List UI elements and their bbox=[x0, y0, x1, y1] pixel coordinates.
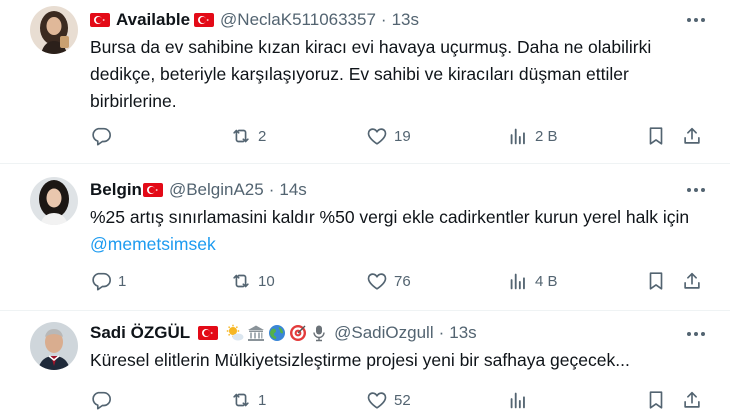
like-button[interactable]: 52 bbox=[366, 388, 411, 412]
user-handle[interactable]: @SadiOzgull bbox=[334, 323, 433, 343]
reply-icon bbox=[90, 125, 112, 147]
tweet-text: %25 artış sınırlamasini kaldır %50 vergi… bbox=[90, 204, 700, 258]
views-button[interactable]: 4 B bbox=[507, 269, 558, 293]
repost-button[interactable]: 2 bbox=[230, 124, 266, 148]
like-count: 76 bbox=[394, 272, 411, 290]
reply-button[interactable] bbox=[90, 388, 118, 412]
views-button[interactable]: 2 B bbox=[507, 124, 558, 148]
repost-count: 1 bbox=[258, 391, 267, 409]
reply-icon bbox=[90, 389, 112, 411]
reply-button[interactable]: 1 bbox=[90, 269, 126, 293]
bookmark-button[interactable] bbox=[645, 388, 667, 412]
reply-count: 1 bbox=[118, 272, 127, 290]
tweet-text: Bursa da ev sahibine kızan kiracı evi ha… bbox=[90, 37, 652, 111]
target-icon bbox=[289, 324, 307, 342]
more-options-icon[interactable] bbox=[684, 180, 708, 200]
separator-dot: · bbox=[268, 180, 275, 199]
bookmark-button[interactable] bbox=[645, 269, 667, 293]
display-name[interactable]: Belgin bbox=[90, 180, 142, 200]
turkey-flag-icon bbox=[90, 13, 110, 27]
view-count: 2 B bbox=[535, 127, 558, 145]
share-button[interactable] bbox=[681, 388, 703, 412]
bookmark-icon bbox=[645, 125, 667, 147]
like-count: 19 bbox=[394, 127, 411, 145]
repost-icon bbox=[230, 270, 252, 292]
repost-button[interactable]: 1 bbox=[230, 388, 266, 412]
timestamp[interactable]: 13s bbox=[449, 323, 476, 343]
share-button[interactable] bbox=[681, 269, 703, 293]
more-options-icon[interactable] bbox=[684, 324, 708, 344]
turkey-flag-icon bbox=[143, 183, 163, 197]
tweet-actions: 1 52 bbox=[0, 388, 730, 412]
reply-button[interactable] bbox=[90, 124, 118, 148]
repost-count: 2 bbox=[258, 127, 267, 145]
like-button[interactable]: 76 bbox=[366, 269, 411, 293]
classical-building-icon bbox=[247, 324, 265, 342]
avatar[interactable] bbox=[30, 322, 78, 370]
tweet-2[interactable]: Belgin @BelginA25 · 14s %25 artış sınırl… bbox=[0, 163, 730, 311]
profile-emoji-badges bbox=[226, 324, 328, 342]
heart-icon bbox=[366, 125, 388, 147]
display-name[interactable]: Sadi ÖZGÜL bbox=[90, 323, 190, 343]
repost-icon bbox=[230, 125, 252, 147]
bookmark-button[interactable] bbox=[645, 124, 667, 148]
more-options-icon[interactable] bbox=[684, 10, 708, 30]
views-icon bbox=[507, 125, 529, 147]
repost-icon bbox=[230, 389, 252, 411]
share-icon bbox=[681, 389, 703, 411]
timeline-feed: Available @NeclaK511063357 · 13s Bursa d… bbox=[0, 0, 730, 420]
tweet-1[interactable]: Available @NeclaK511063357 · 13s Bursa d… bbox=[0, 0, 730, 164]
tweet-3[interactable]: Sadi ÖZGÜL @SadiOzgull · 13s Küresel eli… bbox=[0, 310, 730, 420]
heart-icon bbox=[366, 270, 388, 292]
views-button[interactable] bbox=[507, 388, 535, 412]
avatar[interactable] bbox=[30, 6, 78, 54]
tweet-actions: 2 19 2 B bbox=[0, 124, 730, 148]
share-icon bbox=[681, 125, 703, 147]
tweet-actions: 1 10 76 4 B bbox=[0, 269, 730, 293]
globe-icon bbox=[268, 324, 286, 342]
view-count: 4 B bbox=[535, 272, 558, 290]
bookmark-icon bbox=[645, 389, 667, 411]
timestamp[interactable]: 13s bbox=[392, 10, 419, 30]
views-icon bbox=[507, 389, 529, 411]
views-icon bbox=[507, 270, 529, 292]
avatar[interactable] bbox=[30, 177, 78, 225]
tweet-text-body: %25 artış sınırlamasini kaldır %50 vergi… bbox=[90, 207, 690, 227]
separator-dot: · bbox=[380, 10, 387, 29]
heart-icon bbox=[366, 389, 388, 411]
separator-dot: · bbox=[438, 323, 445, 342]
repost-button[interactable]: 10 bbox=[230, 269, 275, 293]
like-count: 52 bbox=[394, 391, 411, 409]
bookmark-icon bbox=[645, 270, 667, 292]
share-button[interactable] bbox=[681, 124, 703, 148]
mention-link[interactable]: @memetsimsek bbox=[90, 234, 216, 254]
sun-cloud-icon bbox=[226, 324, 244, 342]
user-handle[interactable]: @BelginA25 bbox=[169, 180, 264, 200]
reply-icon bbox=[90, 270, 112, 292]
timestamp[interactable]: 14s bbox=[279, 180, 306, 200]
turkey-flag-icon bbox=[198, 326, 218, 340]
display-name[interactable]: Available bbox=[116, 10, 190, 30]
repost-count: 10 bbox=[258, 272, 275, 290]
tweet-text: Küresel elitlerin Mülkiyetsizleştirme pr… bbox=[90, 350, 630, 370]
share-icon bbox=[681, 270, 703, 292]
like-button[interactable]: 19 bbox=[366, 124, 411, 148]
user-handle[interactable]: @NeclaK511063357 bbox=[220, 10, 376, 30]
turkey-flag-icon bbox=[194, 13, 214, 27]
microphone-icon bbox=[310, 324, 328, 342]
